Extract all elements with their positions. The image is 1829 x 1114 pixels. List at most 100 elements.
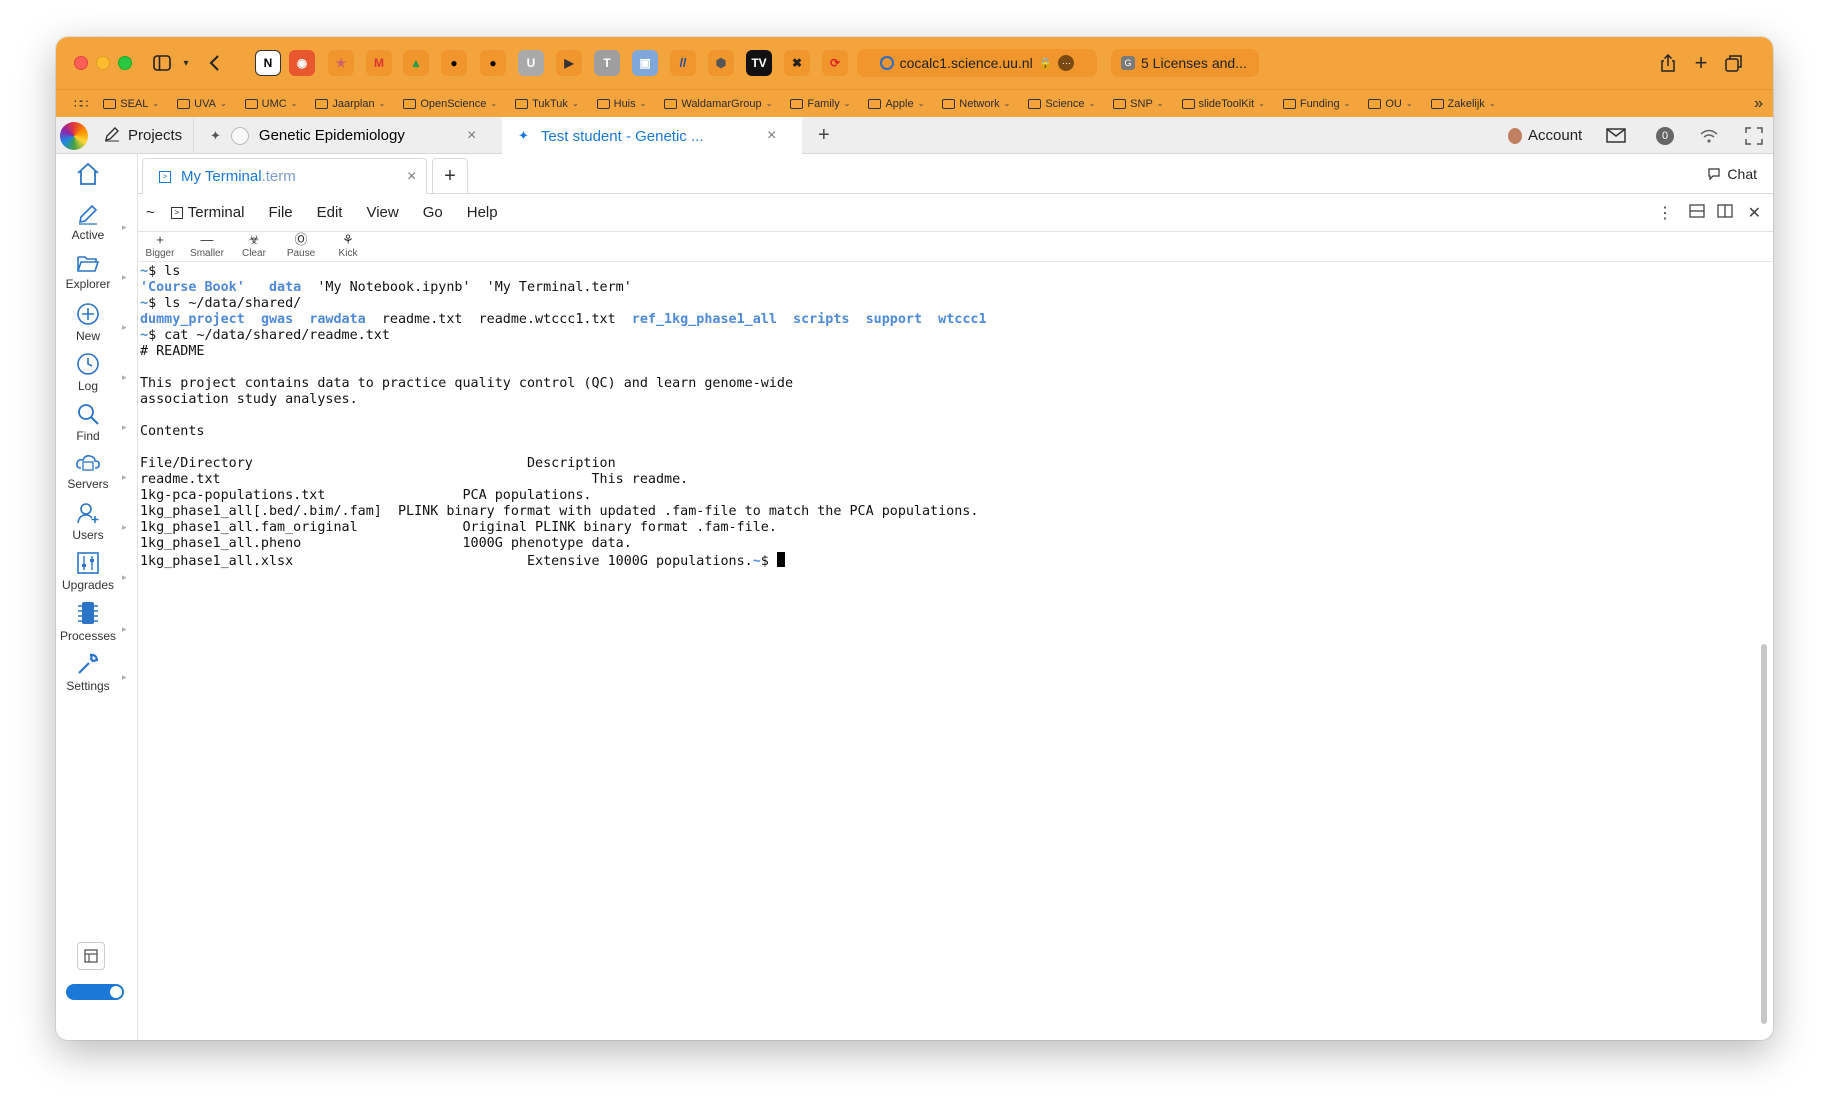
- sidebar-toggle-switch[interactable]: [66, 984, 124, 1000]
- bookmark-folder[interactable]: Funding ⌄: [1282, 98, 1350, 110]
- close-tab-icon[interactable]: ×: [407, 168, 416, 186]
- close-window-button[interactable]: [74, 56, 88, 70]
- fullscreen-icon[interactable]: [1745, 117, 1763, 154]
- bookmark-folder[interactable]: Huis ⌄: [596, 98, 646, 110]
- new-tab-icon[interactable]: +: [1689, 50, 1713, 75]
- terminal-output[interactable]: ~$ ls 'Course Book' data 'My Notebook.ipy…: [140, 264, 1760, 1034]
- sidebar-item-active[interactable]: Active: [56, 203, 120, 242]
- project-tab-test-student[interactable]: ✦ Test student - Genetic ... ×: [502, 117, 802, 155]
- bookmark-folder[interactable]: SNP ⌄: [1113, 98, 1164, 110]
- chevron-down-icon[interactable]: ▾: [174, 51, 198, 75]
- app-favicon-icon[interactable]: ◉: [289, 50, 315, 76]
- close-tab-icon[interactable]: ×: [467, 127, 476, 145]
- project-tab-genetic-epidemiology[interactable]: ✦ Genetic Epidemiology ×: [193, 117, 501, 154]
- expand-arrow-icon[interactable]: ▸: [122, 472, 127, 483]
- bookmark-folder[interactable]: OU ⌄: [1368, 98, 1413, 110]
- menu-edit[interactable]: Edit: [317, 204, 343, 221]
- pause-button[interactable]: Ⓞ Pause: [279, 233, 323, 260]
- tab-overview-icon[interactable]: [1722, 51, 1746, 75]
- back-icon[interactable]: [202, 51, 226, 75]
- new-file-tab-button[interactable]: +: [432, 158, 468, 194]
- sidebar-item-find[interactable]: Find: [56, 402, 120, 443]
- bookmark-folder[interactable]: UVA ⌄: [177, 98, 227, 110]
- bookmark-folder[interactable]: Network ⌄: [942, 98, 1010, 110]
- address-bar[interactable]: cocalc1.science.uu.nl 🔒 ⋯: [857, 49, 1097, 77]
- sidebar-item-upgrades[interactable]: Upgrades: [56, 551, 120, 592]
- projects-tab[interactable]: Projects: [104, 117, 182, 154]
- share-icon[interactable]: [1656, 51, 1680, 75]
- close-tab-icon[interactable]: ×: [767, 127, 776, 145]
- file-tab-my-terminal[interactable]: > My Terminal.term ×: [142, 158, 427, 194]
- sidebar-item-processes[interactable]: Processes: [56, 600, 120, 643]
- cocalc-logo-icon[interactable]: [60, 122, 88, 150]
- more-bookmarks-icon[interactable]: »: [1754, 95, 1763, 113]
- bookmark-folder[interactable]: WaldamarGroup ⌄: [664, 98, 772, 110]
- expand-arrow-icon[interactable]: ▸: [122, 272, 127, 283]
- bookmark-folder[interactable]: Science ⌄: [1028, 98, 1095, 110]
- clear-button[interactable]: ☣ Clear: [232, 233, 276, 260]
- expand-arrow-icon[interactable]: ▸: [122, 522, 127, 533]
- chat-button[interactable]: Chat: [1707, 166, 1757, 182]
- sidebar-item-settings[interactable]: Settings: [56, 652, 120, 693]
- more-icon[interactable]: ⋯: [1058, 55, 1075, 71]
- app-favicon-icon[interactable]: ▣: [632, 50, 658, 76]
- expand-arrow-icon[interactable]: ▸: [122, 222, 127, 233]
- expand-arrow-icon[interactable]: ▸: [122, 572, 127, 583]
- expand-arrow-icon[interactable]: ▸: [122, 672, 127, 683]
- expand-arrow-icon[interactable]: ▸: [122, 372, 127, 383]
- app-favicon-icon[interactable]: T: [594, 50, 620, 76]
- mail-icon[interactable]: [1606, 117, 1626, 154]
- gmail-favicon-icon[interactable]: M: [366, 50, 392, 76]
- bookmark-folder[interactable]: UMC ⌄: [244, 98, 297, 110]
- menu-view[interactable]: View: [366, 204, 398, 221]
- app-favicon-icon[interactable]: ✖: [784, 50, 810, 76]
- bookmark-folder[interactable]: Family ⌄: [790, 98, 850, 110]
- terminal-menu[interactable]: > Terminal: [170, 204, 244, 221]
- more-options-icon[interactable]: ⋮: [1657, 203, 1673, 223]
- sidebar-item-servers[interactable]: Servers: [56, 452, 120, 491]
- bookmark-folder[interactable]: TukTuk ⌄: [515, 98, 579, 110]
- add-project-tab-icon[interactable]: +: [818, 117, 830, 154]
- minimize-window-button[interactable]: [96, 56, 110, 70]
- terminal-scrollbar[interactable]: [1761, 644, 1767, 1024]
- fullscreen-window-button[interactable]: [118, 56, 132, 70]
- app-favicon-icon[interactable]: ⬢: [708, 50, 734, 76]
- notification-badge[interactable]: 0: [1656, 117, 1674, 154]
- bookmark-folder[interactable]: Zakelijk ⌄: [1430, 98, 1496, 110]
- app-favicon-icon[interactable]: ⟳: [822, 50, 848, 76]
- browser-tab-licenses[interactable]: G 5 Licenses and...: [1111, 49, 1259, 77]
- menu-help[interactable]: Help: [467, 204, 498, 221]
- kick-button[interactable]: ⚘ Kick: [326, 233, 370, 260]
- close-frame-icon[interactable]: ✕: [1748, 203, 1761, 223]
- app-favicon-icon[interactable]: //: [670, 50, 696, 76]
- bookmark-folder[interactable]: Apple ⌄: [868, 98, 924, 110]
- drive-favicon-icon[interactable]: ▲: [403, 50, 429, 76]
- menu-file[interactable]: File: [268, 204, 292, 221]
- app-favicon-icon[interactable]: ▶: [556, 50, 582, 76]
- expand-arrow-icon[interactable]: ▸: [122, 422, 127, 433]
- notion-favicon-icon[interactable]: N: [255, 50, 281, 76]
- sidebar-item-log[interactable]: Log: [56, 352, 120, 393]
- sidebar-item-explorer[interactable]: Explorer: [56, 254, 120, 291]
- app-favicon-icon[interactable]: ★: [328, 50, 354, 76]
- split-horizontal-icon[interactable]: [1689, 203, 1705, 223]
- menu-go[interactable]: Go: [423, 204, 443, 221]
- app-favicon-icon[interactable]: U: [518, 50, 544, 76]
- layout-panel-icon[interactable]: [77, 942, 105, 970]
- split-vertical-icon[interactable]: [1717, 203, 1733, 223]
- apps-grid-icon[interactable]: ∷∷: [74, 97, 88, 111]
- github-favicon-icon[interactable]: ●: [441, 50, 467, 76]
- home-dir-button[interactable]: ~: [146, 204, 155, 221]
- sidebar-item-users[interactable]: Users: [56, 501, 120, 542]
- smaller-button[interactable]: — Smaller: [185, 233, 229, 260]
- github-favicon-icon[interactable]: ●: [480, 50, 506, 76]
- account-button[interactable]: Account: [1508, 117, 1582, 154]
- sidebar-item-new[interactable]: New: [56, 302, 120, 343]
- home-button[interactable]: [56, 162, 120, 189]
- sidebar-toggle-icon[interactable]: [150, 51, 174, 75]
- app-favicon-icon[interactable]: TV: [746, 50, 772, 76]
- bookmark-folder[interactable]: OpenScience ⌄: [403, 98, 497, 110]
- bigger-button[interactable]: + Bigger: [138, 233, 182, 260]
- bookmark-folder[interactable]: Jaarplan ⌄: [315, 98, 385, 110]
- bookmark-folder[interactable]: slideToolKit ⌄: [1181, 98, 1265, 110]
